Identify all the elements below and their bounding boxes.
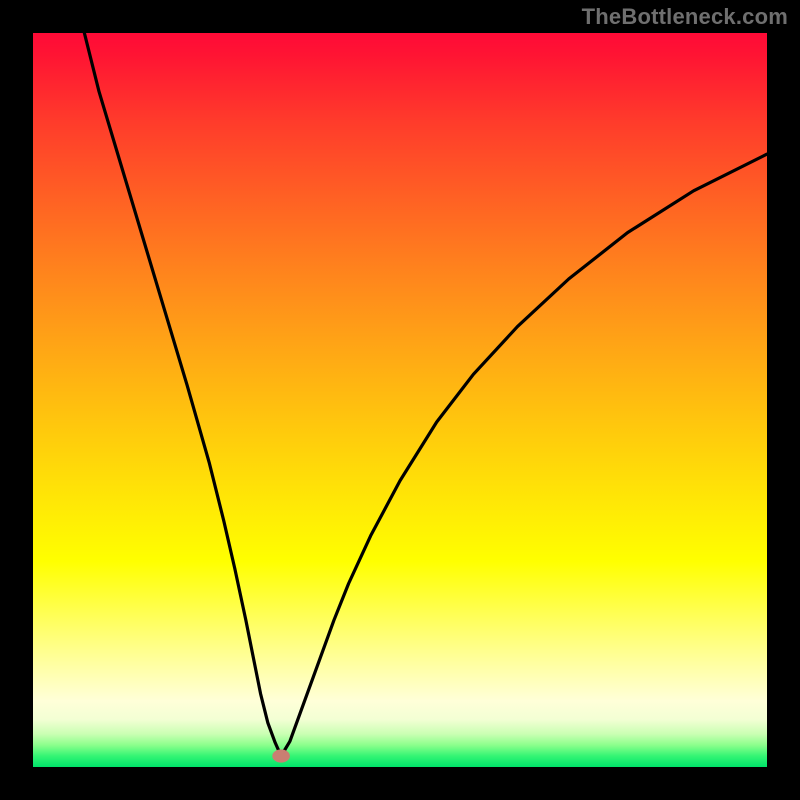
attribution-text: TheBottleneck.com (582, 4, 788, 30)
chart-container: { "attribution": "TheBottleneck.com", "p… (0, 0, 800, 800)
optimum-marker (272, 749, 290, 762)
plot-svg (33, 33, 767, 767)
bottleneck-curve (84, 33, 767, 756)
plot-area (33, 33, 767, 767)
